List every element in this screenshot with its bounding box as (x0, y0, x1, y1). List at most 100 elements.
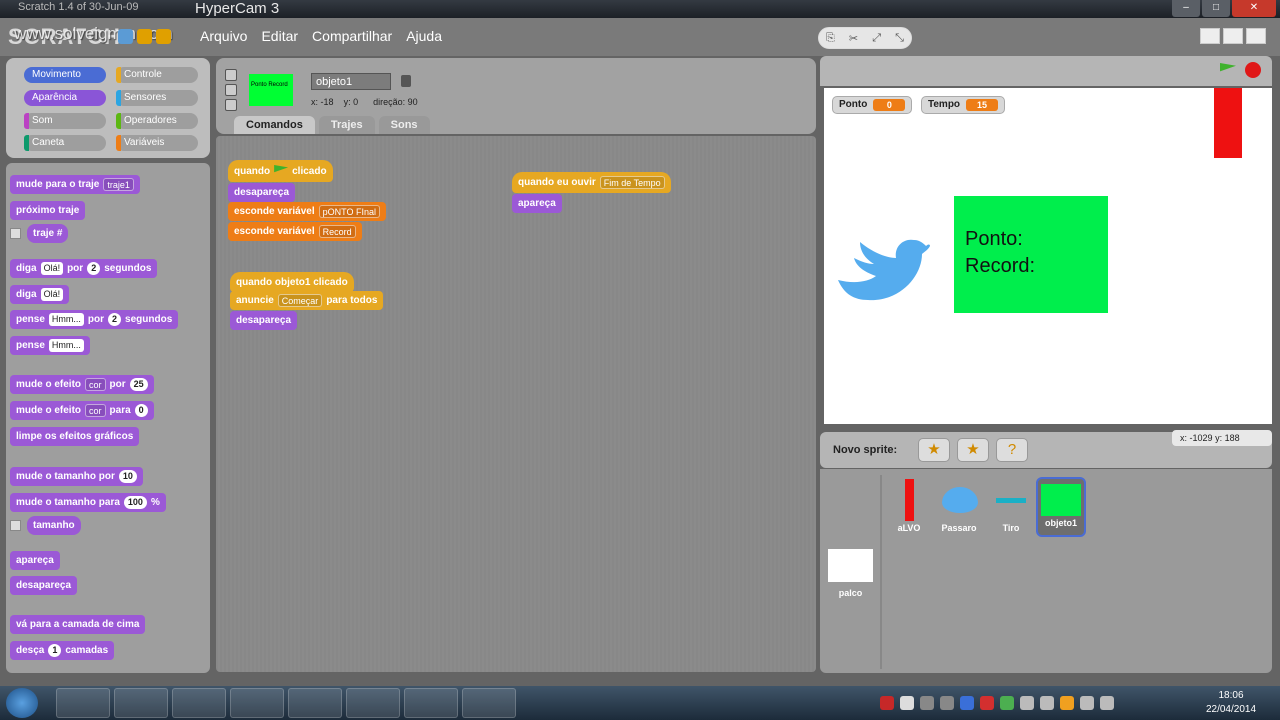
block-hide[interactable]: desapareça (230, 311, 298, 330)
taskbar-record-icon[interactable] (462, 688, 516, 718)
sprite-name-input[interactable]: objeto1 (311, 73, 391, 90)
text-input[interactable]: Olá! (40, 262, 64, 275)
sprite-item-passaro[interactable]: Passaro (934, 479, 984, 533)
normal-stage-icon[interactable] (1223, 28, 1243, 44)
small-stage-icon[interactable] (1200, 28, 1220, 44)
presentation-icon[interactable] (1246, 28, 1266, 44)
stage[interactable]: Ponto 0 Tempo 15 Ponto: Record: (824, 88, 1272, 424)
flag-icon[interactable] (1040, 696, 1054, 710)
no-rotate-icon[interactable] (225, 99, 237, 111)
network-icon[interactable] (1020, 696, 1034, 710)
green-flag-button[interactable] (1220, 63, 1236, 72)
paint-sprite-button[interactable]: ★ (918, 438, 950, 462)
block-hide[interactable]: desapareça (228, 183, 296, 202)
category-controle[interactable]: Controle (116, 67, 198, 83)
menu-compartilhar[interactable]: Compartilhar (312, 28, 392, 44)
shrink-icon[interactable]: ⤡ (895, 32, 904, 45)
save-icon[interactable] (137, 29, 152, 44)
target-sprite[interactable] (1214, 88, 1242, 158)
number-input[interactable]: 2 (108, 313, 122, 326)
variable-dropdown[interactable]: pONTO FInal (318, 205, 380, 218)
block-hide-variable[interactable]: esconde variável Record (228, 222, 362, 241)
number-input[interactable]: 0 (134, 404, 148, 417)
sprite-item-objeto1[interactable]: objeto1 (1036, 477, 1086, 537)
block-broadcast[interactable]: anuncie Começar para todos (230, 291, 384, 310)
block-switch-costume[interactable]: mude para o traje traje1 (10, 175, 140, 194)
block-think-for[interactable]: pense Hmm... por 2 segundos (10, 310, 179, 329)
number-input[interactable]: 100 (123, 496, 147, 509)
category-movimento[interactable]: Movimento (24, 67, 106, 83)
block-clear-effects[interactable]: limpe os efeitos gráficos (10, 427, 140, 446)
menu-ajuda[interactable]: Ajuda (406, 28, 442, 44)
block-size[interactable]: tamanho (10, 516, 87, 535)
random-sprite-button[interactable]: ? (996, 438, 1028, 462)
variable-dropdown[interactable]: Record (318, 225, 356, 238)
text-input[interactable]: Hmm... (48, 313, 84, 326)
stop-button[interactable] (1245, 62, 1261, 78)
minimize-button[interactable]: – (1172, 0, 1200, 17)
taskbar-ie-icon[interactable] (56, 688, 110, 718)
taskbar-app-icon[interactable] (404, 688, 458, 718)
hat-when-sprite-clicked[interactable]: quando objeto1 clicado (230, 272, 354, 292)
block-change-effect[interactable]: mude o efeito cor por 25 (10, 375, 154, 394)
category-som[interactable]: Som (24, 113, 106, 129)
delete-icon[interactable]: ✂ (849, 32, 858, 45)
tab-trajes[interactable]: Trajes (318, 116, 375, 134)
bird-sprite[interactable] (834, 236, 930, 304)
menu-editar[interactable]: Editar (261, 28, 298, 44)
effect-dropdown[interactable]: cor (85, 404, 106, 417)
shield-icon[interactable] (960, 696, 974, 710)
lock-icon[interactable] (401, 75, 411, 87)
menu-arquivo[interactable]: Arquivo (200, 28, 247, 44)
pdf-icon[interactable] (980, 696, 994, 710)
watch-checkbox[interactable] (10, 520, 21, 531)
close-button[interactable]: ✕ (1232, 0, 1276, 17)
tray-icon[interactable] (1060, 696, 1074, 710)
taskbar-photoshop-icon[interactable] (288, 688, 342, 718)
choose-sprite-button[interactable]: ★ (957, 438, 989, 462)
tray-icon[interactable] (940, 696, 954, 710)
tray-icon[interactable] (1080, 696, 1094, 710)
costume-dropdown[interactable]: traje1 (103, 178, 134, 191)
block-set-effect[interactable]: mude o efeito cor para 0 (10, 401, 154, 420)
block-set-size[interactable]: mude o tamanho para 100% (10, 493, 166, 512)
record-tray-icon[interactable] (880, 696, 894, 710)
taskbar-chrome-icon[interactable] (230, 688, 284, 718)
grow-icon[interactable]: ⤢ (872, 32, 881, 45)
number-input[interactable]: 2 (87, 262, 101, 275)
block-hide-variable[interactable]: esconde variável pONTO FInal (228, 202, 386, 221)
check-icon[interactable] (1000, 696, 1014, 710)
tab-sons[interactable]: Sons (378, 116, 430, 134)
sprite-item-tiro[interactable]: Tiro (986, 479, 1036, 533)
text-input[interactable]: Olá! (40, 288, 64, 301)
message-dropdown[interactable]: Começar (277, 294, 323, 307)
block-show[interactable]: apareça (512, 194, 562, 213)
start-button[interactable] (6, 688, 38, 718)
score-sprite[interactable]: Ponto: Record: (954, 196, 1108, 313)
language-icon[interactable] (118, 29, 133, 44)
sprite-item-alvo[interactable]: aLVO (884, 479, 934, 533)
category-sensores[interactable]: Sensores (116, 90, 198, 106)
number-input[interactable]: 10 (118, 470, 137, 483)
hat-when-flag-clicked[interactable]: quando clicado (228, 160, 333, 182)
duplicate-icon[interactable]: ⎘ (826, 32, 835, 45)
number-input[interactable]: 1 (48, 644, 62, 657)
block-costume-number[interactable]: traje # (10, 224, 74, 243)
block-show[interactable]: apareça (10, 551, 60, 570)
clock[interactable]: 18:06 22/04/2014 (1196, 689, 1266, 717)
hat-when-i-receive[interactable]: quando eu ouvir Fim de Tempo (512, 172, 671, 193)
effect-dropdown[interactable]: cor (85, 378, 106, 391)
rotate-icon[interactable] (225, 69, 237, 81)
watch-checkbox[interactable] (10, 228, 21, 239)
stage-thumbnail[interactable] (828, 549, 873, 582)
maximize-button[interactable]: □ (1202, 0, 1230, 17)
category-caneta[interactable]: Caneta (24, 135, 106, 151)
category-variaveis[interactable]: Variáveis (116, 135, 198, 151)
block-next-costume[interactable]: próximo traje (10, 201, 86, 220)
taskbar-explorer-icon[interactable] (114, 688, 168, 718)
stop-tray-icon[interactable] (900, 696, 914, 710)
number-input[interactable]: 25 (129, 378, 148, 391)
block-change-size[interactable]: mude o tamanho por 10 (10, 467, 143, 486)
category-operadores[interactable]: Operadores (116, 113, 198, 129)
block-hide[interactable]: desapareça (10, 576, 78, 595)
